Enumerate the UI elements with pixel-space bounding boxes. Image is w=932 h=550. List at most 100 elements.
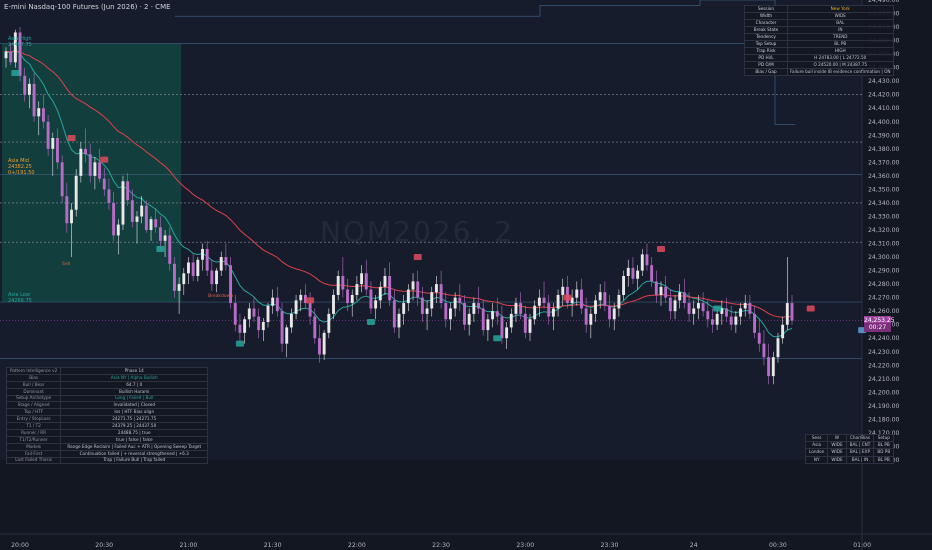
candle-body	[537, 297, 541, 306]
candle-body	[692, 308, 696, 314]
asia-high-label: Asia High 24457.75	[8, 36, 32, 48]
table-row: Top / HTF los | HTF Bias align	[5, 408, 209, 417]
table-value: TREND	[787, 32, 894, 41]
candle-body	[56, 138, 59, 163]
candle-body	[682, 292, 686, 304]
price-tick-label: 24,220.00	[868, 362, 900, 369]
candle-body	[350, 294, 354, 304]
candle-body	[584, 308, 588, 325]
table-row: Sess W Char/Bias Setup	[804, 433, 895, 443]
candle-body	[41, 108, 45, 122]
candle-body	[252, 308, 256, 317]
table-header-cell: Pattern Intelligence v2	[5, 367, 62, 375]
table-row: Width WIDE	[744, 11, 894, 20]
candle-body	[84, 148, 87, 155]
candle-body	[383, 276, 387, 287]
candle-body	[762, 343, 766, 358]
time-axis[interactable]: 20:00 20:30 21:00 21:30 22:00 22:30 23:00 23:30…	[11, 542, 932, 549]
price-tick-label: 24,230.00	[868, 349, 900, 356]
candle-body	[650, 265, 654, 282]
price-tick-label: 24,300.00	[868, 254, 900, 261]
candle-body	[219, 257, 223, 271]
time-tick-label: 22:00	[348, 542, 366, 549]
table-value: Range Edge Reclaim | Failed Auc + ATR | …	[60, 442, 209, 451]
table-header-cell: Char/Bias	[845, 433, 875, 443]
table-value: Asia NY | Alpha Bullish	[60, 373, 209, 382]
candle-body	[374, 300, 378, 309]
signal-marker	[366, 319, 375, 325]
price-tick-label: 24,430.00	[868, 78, 900, 85]
time-tick-label: 20:00	[11, 542, 29, 549]
candle-body	[299, 294, 303, 301]
table-row: Bull / Bear 64.7 | 0	[5, 380, 209, 389]
table-row: Stage / Aligned Invalidated | Closed	[5, 401, 209, 410]
candle-body	[51, 138, 55, 149]
candle-body	[542, 297, 546, 304]
table-value: 24488.75 | true	[60, 429, 209, 437]
table-cell: BD PB	[873, 448, 895, 457]
candle-body	[767, 357, 771, 377]
table-value: Trap | Failure Bull | Trap failed	[60, 456, 209, 465]
price-tick-label: 24,420.00	[868, 92, 900, 99]
candle-body	[102, 178, 106, 190]
signal-marker	[306, 297, 315, 304]
price-tick-label: 24,240.00	[868, 335, 900, 342]
candle-body	[346, 289, 349, 304]
table-key: Break State	[744, 25, 788, 34]
table-key: Entry / StopLoss	[5, 415, 62, 424]
candle-body	[467, 313, 471, 325]
candle-body	[74, 175, 78, 210]
candle-body	[626, 267, 630, 276]
signal-marker	[413, 254, 422, 261]
candle-body	[163, 235, 167, 241]
candle-body	[495, 311, 499, 317]
table-key: Bias	[5, 373, 62, 382]
table-key: Top Setup	[744, 39, 788, 48]
table-value: HIGH	[787, 46, 894, 55]
candle-body	[706, 311, 710, 320]
candle-body	[172, 263, 176, 291]
candle-body	[280, 311, 284, 344]
candle-body	[406, 289, 410, 304]
table-value: true | false | false	[60, 435, 209, 444]
candle-body	[154, 219, 158, 228]
table-row: Models Range Edge Reclaim | Failed Auc + …	[5, 442, 209, 451]
candle-body	[711, 319, 714, 325]
candle-body	[580, 289, 583, 309]
candle-body	[748, 303, 752, 314]
candle-body	[505, 327, 509, 339]
candle-body	[617, 294, 621, 309]
table-key: Stage / Aligned	[5, 401, 62, 410]
asia-low-label: Asia Low 24266.75	[8, 292, 32, 304]
candle-body	[790, 303, 794, 321]
candle	[60, 155, 64, 203]
candle-body	[771, 357, 775, 377]
breakdown-signal-label: Breakdown	[208, 294, 234, 299]
candle-body	[463, 303, 466, 325]
table-row: London WIDE BAL | EXP BD PB	[804, 448, 895, 457]
price-tick-label: 24,370.00	[868, 159, 900, 166]
table-key: Bias / Gap	[744, 67, 788, 76]
table-value: los | HTF Bias align	[60, 408, 209, 417]
candle-body	[130, 200, 134, 222]
table-value: H 24783.00 | L 24772.50	[787, 53, 894, 62]
candle-body	[458, 297, 462, 304]
price-tick-label: 24,180.00	[868, 416, 900, 423]
session-stats-table: Session New York Width WIDE Character BAL Brea…	[744, 5, 894, 76]
table-value: O 24520.00 | M 24387.75	[787, 60, 894, 69]
candle-body	[144, 205, 148, 230]
candle-body	[285, 327, 289, 344]
candle-body	[318, 338, 321, 355]
price-chart[interactable]: 24,490.0024,480.0024,470.0024,460.0024,4…	[0, 0, 932, 550]
candle-body	[715, 313, 719, 325]
price-tick-label: 24,190.00	[868, 403, 900, 410]
candle-body	[547, 303, 551, 317]
table-row: Session New York	[744, 5, 894, 13]
bar-countdown-tag: 00:27	[864, 323, 891, 332]
candle-body	[140, 205, 144, 217]
table-cell: BAL | IN	[845, 455, 875, 464]
candle-body	[364, 273, 368, 290]
candle-body	[191, 262, 195, 276]
candle-body	[308, 303, 312, 317]
candle-body	[514, 303, 518, 314]
